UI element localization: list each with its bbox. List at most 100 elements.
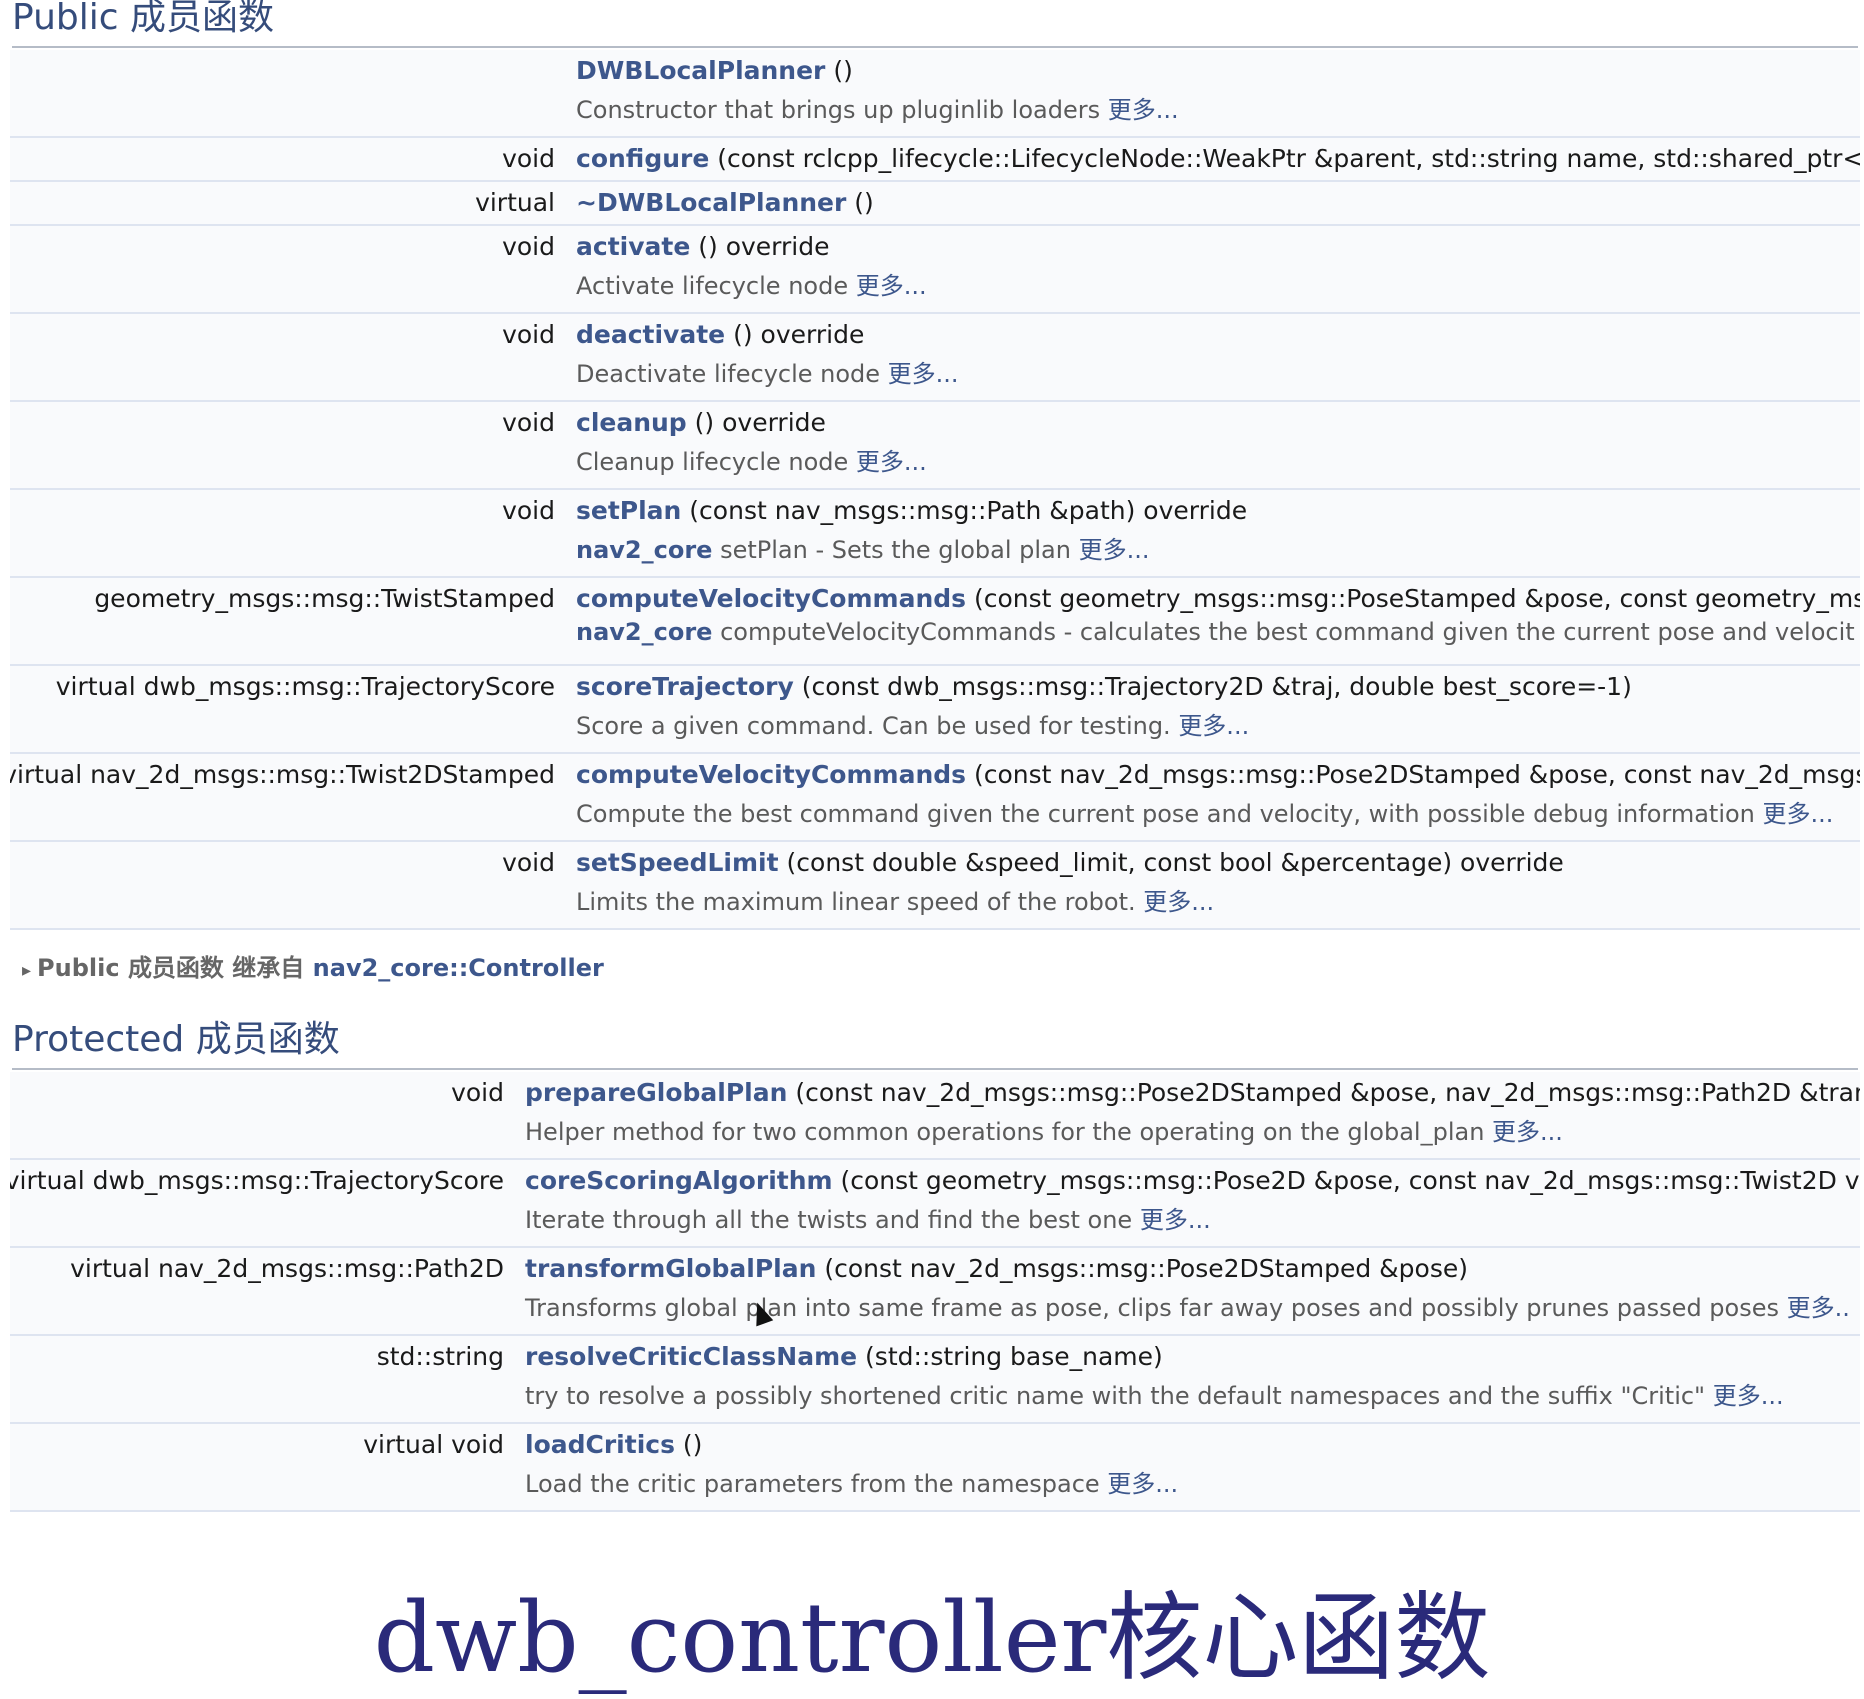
brief-description: Limits the maximum linear speed of the r… <box>576 882 1214 917</box>
brief-text: Transforms global plan into same frame a… <box>525 1294 1787 1322</box>
member-row: void activate () override Activate lifecyc… <box>10 226 1860 314</box>
member-row: DWBLocalPlanner () Constructor that bring… <box>10 50 1860 138</box>
function-name-link[interactable]: computeVelocityCommands <box>576 760 966 789</box>
function-name-link[interactable]: prepareGlobalPlan <box>525 1078 787 1107</box>
more-link[interactable]: 更多... <box>1107 1470 1178 1498</box>
function-signature: coreScoringAlgorithm (const geometry_msg… <box>525 1166 1860 1195</box>
more-link[interactable]: 更多... <box>856 272 927 300</box>
function-signature: setPlan (const nav_msgs::msg::Path &path… <box>576 496 1247 525</box>
protected-section-title: Protected 成员函数 <box>12 1019 340 1060</box>
namespace-link[interactable]: nav2_core <box>576 536 712 564</box>
video-caption: dwb_controller核心函数 <box>373 1582 1491 1694</box>
function-name-link[interactable]: setSpeedLimit <box>576 848 779 877</box>
function-signature: prepareGlobalPlan (const nav_2d_msgs::ms… <box>525 1078 1860 1107</box>
return-type: void <box>502 408 555 437</box>
brief-text: setPlan - Sets the global plan <box>712 536 1079 564</box>
function-args: (const double &speed_limit, const bool &… <box>778 848 1564 877</box>
more-link[interactable]: 更多.. <box>1787 1294 1850 1322</box>
brief-text: Load the critic parameters from the name… <box>525 1470 1108 1498</box>
more-link[interactable]: 更多... <box>888 360 959 388</box>
expand-arrow-icon: ▸ <box>22 960 32 981</box>
member-row: virtual nav_2d_msgs::msg::Path2D transfor… <box>10 1248 1860 1336</box>
return-type: void <box>502 232 555 261</box>
function-name-link[interactable]: setPlan <box>576 496 681 525</box>
return-type: virtual void <box>363 1430 504 1459</box>
more-link[interactable]: 更多... <box>1108 96 1179 124</box>
function-name-link[interactable]: ~DWBLocalPlanner <box>576 188 846 217</box>
function-name-link[interactable]: scoreTrajectory <box>576 672 794 701</box>
inherited-class-link[interactable]: nav2_core::Controller <box>313 954 604 982</box>
member-row: void setSpeedLimit (const double &speed_l… <box>10 842 1860 930</box>
brief-description: nav2_core setPlan - Sets the global plan… <box>576 530 1149 565</box>
function-args: (const nav_2d_msgs::msg::Pose2DStamped &… <box>816 1254 1468 1283</box>
function-name-link[interactable]: configure <box>576 144 709 173</box>
brief-description: Transforms global plan into same frame a… <box>525 1288 1850 1323</box>
return-type: virtual nav_2d_msgs::msg::Twist2DStamped <box>10 760 555 789</box>
member-row: void configure (const rclcpp_lifecycle::L… <box>10 138 1860 182</box>
public-section-title: Public 成员函数 <box>12 0 274 38</box>
function-name-link[interactable]: coreScoringAlgorithm <box>525 1166 833 1195</box>
more-link[interactable]: 更多... <box>1079 536 1150 564</box>
more-link[interactable]: 更多... <box>1178 712 1249 740</box>
brief-text: Activate lifecycle node <box>576 272 856 300</box>
return-type: void <box>451 1078 504 1107</box>
protected-member-table: void prepareGlobalPlan (const nav_2d_msgs… <box>10 1072 1860 1512</box>
return-type: geometry_msgs::msg::TwistStamped <box>94 584 555 613</box>
function-name-link[interactable]: DWBLocalPlanner <box>576 56 825 85</box>
brief-text: Iterate through all the twists and find … <box>525 1206 1140 1234</box>
return-type: virtual <box>475 188 555 217</box>
return-type: void <box>502 144 555 173</box>
brief-description: nav2_core computeVelocityCommands - calc… <box>576 618 1855 646</box>
function-signature: deactivate () override <box>576 320 864 349</box>
brief-text: Score a given command. Can be used for t… <box>576 712 1179 740</box>
function-signature: activate () override <box>576 232 829 261</box>
function-signature: loadCritics () <box>525 1430 702 1459</box>
function-args: (const nav_2d_msgs::msg::Pose2DStamped &… <box>966 760 1860 789</box>
function-name-link[interactable]: activate <box>576 232 690 261</box>
return-type: virtual nav_2d_msgs::msg::Path2D <box>70 1254 504 1283</box>
function-args: (const nav_2d_msgs::msg::Pose2DStamped &… <box>787 1078 1860 1107</box>
member-row: void deactivate () override Deactivate lif… <box>10 314 1860 402</box>
brief-text: computeVelocityCommands - calculates the… <box>712 618 1855 646</box>
more-link[interactable]: 更多... <box>856 448 927 476</box>
more-link[interactable]: 更多... <box>1763 800 1834 828</box>
protected-section-header: Protected 成员函数 <box>12 1019 1858 1070</box>
function-name-link[interactable]: resolveCriticClassName <box>525 1342 857 1371</box>
function-args: () override <box>725 320 865 349</box>
inherited-members-toggle[interactable]: ▸ Public 成员函数 继承自 nav2_core::Controller <box>22 948 604 983</box>
function-args: () override <box>690 232 830 261</box>
function-signature: computeVelocityCommands (const nav_2d_ms… <box>576 760 1860 789</box>
brief-text: Cleanup lifecycle node <box>576 448 856 476</box>
public-section-header: Public 成员函数 <box>12 0 1858 48</box>
member-row: virtual nav_2d_msgs::msg::Twist2DStamped… <box>10 754 1860 842</box>
function-args: (const geometry_msgs::msg::Pose2D &pose,… <box>832 1166 1861 1195</box>
member-row: void prepareGlobalPlan (const nav_2d_msgs… <box>10 1072 1860 1160</box>
return-type: virtual dwb_msgs::msg::TrajectoryScore <box>10 1166 504 1195</box>
member-row: virtual dwb_msgs::msg::TrajectoryScore co… <box>10 1160 1860 1248</box>
inherited-prefix: Public 成员函数 继承自 <box>37 954 313 982</box>
brief-description: Constructor that brings up pluginlib loa… <box>576 90 1179 125</box>
function-args: () override <box>686 408 826 437</box>
function-name-link[interactable]: computeVelocityCommands <box>576 584 966 613</box>
function-name-link[interactable]: deactivate <box>576 320 725 349</box>
return-type: virtual dwb_msgs::msg::TrajectoryScore <box>55 672 555 701</box>
function-signature: cleanup () override <box>576 408 826 437</box>
brief-description: try to resolve a possibly shortened crit… <box>525 1376 1784 1411</box>
more-link[interactable]: 更多... <box>1492 1118 1563 1146</box>
more-link[interactable]: 更多... <box>1143 888 1214 916</box>
function-name-link[interactable]: cleanup <box>576 408 687 437</box>
return-type: void <box>502 320 555 349</box>
function-args: () <box>846 188 874 217</box>
more-link[interactable]: 更多... <box>1140 1206 1211 1234</box>
brief-text: try to resolve a possibly shortened crit… <box>525 1382 1713 1410</box>
function-name-link[interactable]: loadCritics <box>525 1430 675 1459</box>
brief-description: Iterate through all the twists and find … <box>525 1200 1211 1235</box>
namespace-link[interactable]: nav2_core <box>576 618 712 646</box>
function-args: () <box>825 56 853 85</box>
function-signature: computeVelocityCommands (const geometry_… <box>576 584 1860 613</box>
brief-text: Compute the best command given the curre… <box>576 800 1763 828</box>
function-name-link[interactable]: transformGlobalPlan <box>525 1254 816 1283</box>
more-link[interactable]: 更多... <box>1713 1382 1784 1410</box>
function-args: () <box>674 1430 703 1459</box>
function-signature: resolveCriticClassName (std::string base… <box>525 1342 1163 1371</box>
